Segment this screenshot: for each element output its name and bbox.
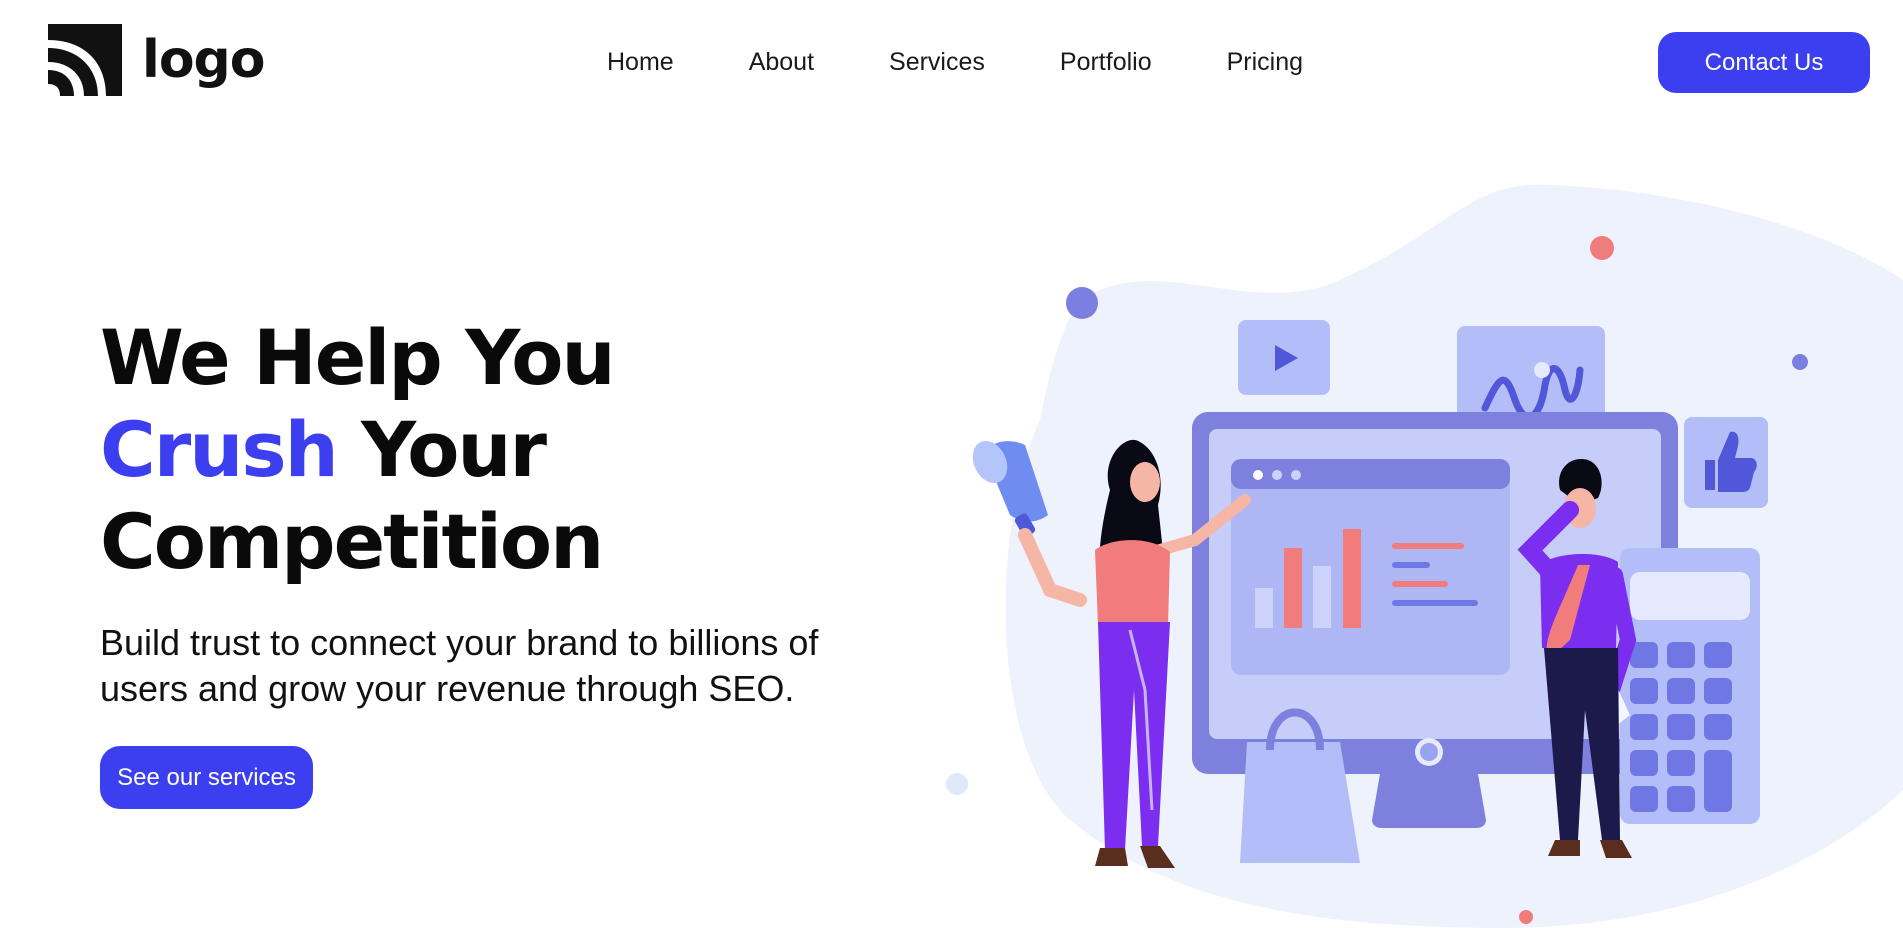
logo[interactable]: logo (48, 24, 265, 96)
dot (946, 773, 968, 795)
hero-illustration (946, 184, 1903, 928)
hero-title: We Help You Crush Your Competition (100, 312, 616, 588)
contact-us-button[interactable]: Contact Us (1658, 32, 1870, 93)
hero-subtitle: Build trust to connect your brand to bil… (100, 620, 890, 712)
nav-portfolio[interactable]: Portfolio (1060, 48, 1152, 77)
logo-text: logo (142, 30, 265, 90)
hero-title-accent: Crush (100, 405, 339, 494)
hero-title-line1: We Help You (100, 313, 616, 402)
woman-torso (1095, 540, 1170, 625)
shopping-bag (1240, 742, 1360, 863)
see-services-button[interactable]: See our services (100, 746, 313, 809)
monitor-stand (1372, 774, 1486, 828)
dot (1066, 287, 1098, 319)
monitor-window (1231, 459, 1510, 675)
nav-home[interactable]: Home (607, 48, 674, 77)
nav-pricing[interactable]: Pricing (1227, 48, 1303, 77)
dot (1590, 236, 1614, 260)
hero-title-line2: Your (336, 405, 547, 494)
nav-services[interactable]: Services (889, 48, 985, 77)
dot (1519, 910, 1533, 924)
hero-subtitle-line1: Build trust to connect your brand to bil… (100, 622, 819, 663)
dot (1792, 354, 1808, 370)
hero-title-line3: Competition (100, 497, 604, 586)
hero-subtitle-line2: users and grow your revenue through SEO. (100, 668, 795, 709)
nav-about[interactable]: About (749, 48, 814, 77)
logo-mark-icon (48, 24, 122, 96)
main-nav: Home About Services Portfolio Pricing (607, 48, 1303, 77)
